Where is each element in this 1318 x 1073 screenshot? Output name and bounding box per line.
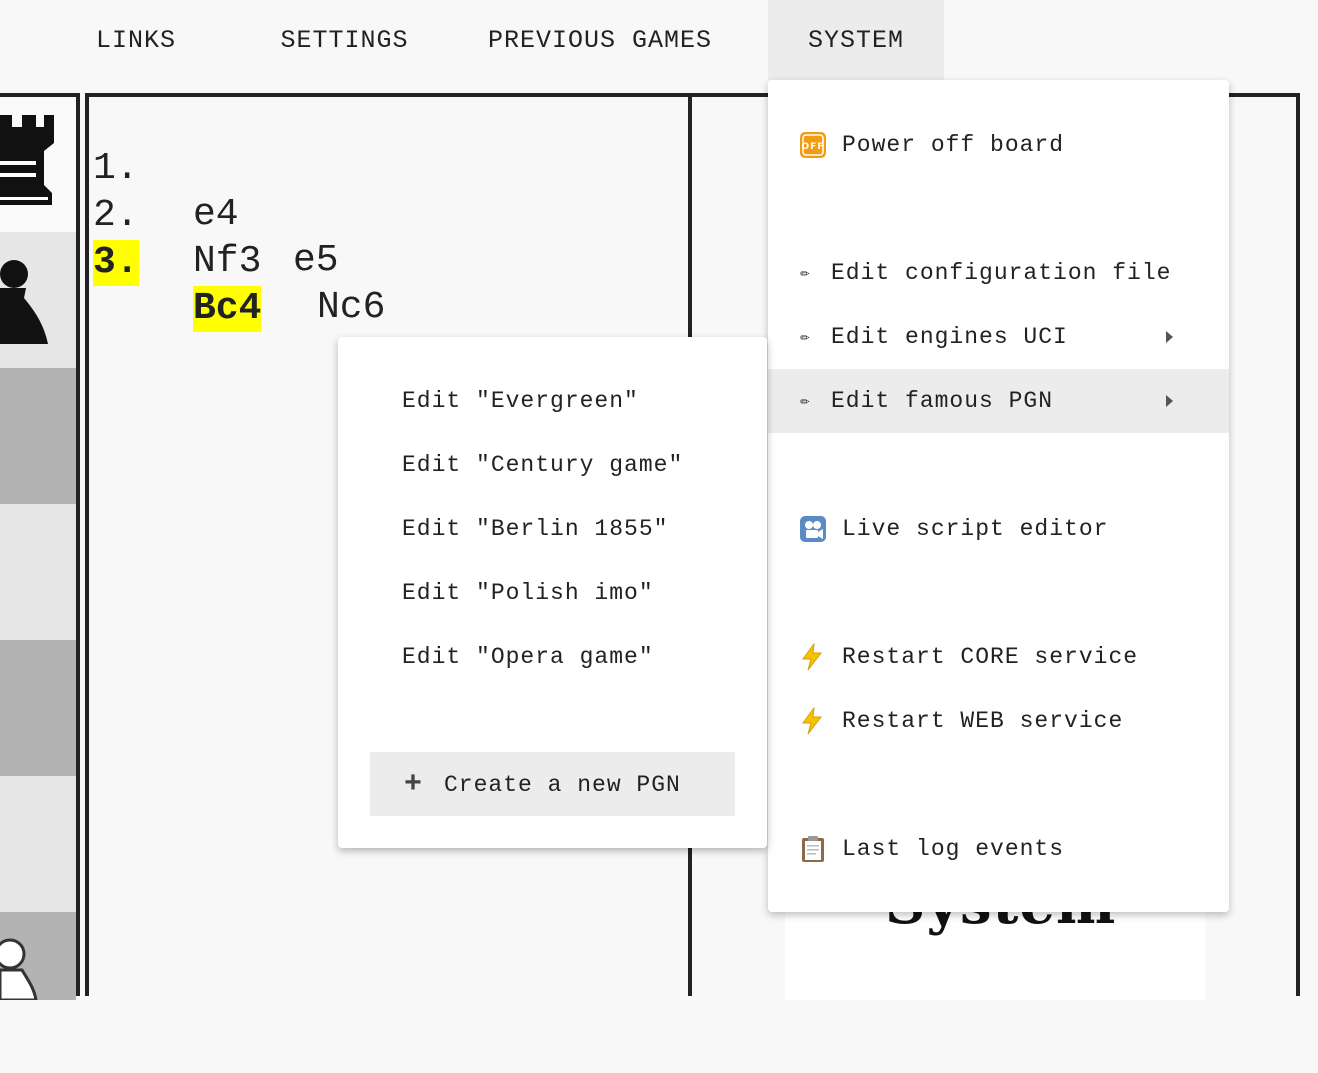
submenu-item-polish-imo[interactable]: Edit "Polish imo" [402, 561, 654, 625]
top-nav: LINKS SETTINGS PREVIOUS GAMES SYSTEM [0, 0, 1318, 80]
menu-label: Restart CORE service [842, 644, 1139, 670]
nav-system[interactable]: SYSTEM [768, 0, 944, 80]
board-square[interactable] [0, 504, 76, 640]
board-square[interactable] [0, 368, 76, 504]
move-number: 3. [93, 240, 139, 286]
menu-power-off-board[interactable]: OFF Power off board [768, 113, 1229, 177]
menu-label: Live script editor [842, 516, 1109, 542]
menu-edit-configuration-file[interactable]: ✏ Edit configuration file [768, 241, 1229, 305]
black-move[interactable]: e5 [293, 238, 339, 284]
white-move[interactable]: Bc4 [193, 286, 262, 332]
menu-label: Restart WEB service [842, 708, 1124, 734]
nav-previous-games[interactable]: PREVIOUS GAMES [466, 0, 734, 80]
pencil-icon: ✏ [800, 264, 811, 282]
menu-label: Edit engines UCI [831, 324, 1068, 350]
power-off-icon: OFF [799, 113, 827, 177]
black-rook-icon[interactable] [0, 109, 56, 217]
menu-label: Edit famous PGN [831, 388, 1054, 414]
black-pawn-icon[interactable] [0, 252, 56, 352]
svg-text:OFF: OFF [802, 142, 825, 152]
camera-icon [799, 497, 827, 561]
famous-pgn-submenu: Edit "Evergreen" Edit "Century game" Edi… [338, 337, 767, 848]
menu-live-script-editor[interactable]: Live script editor [768, 497, 1229, 561]
chevron-right-icon [1166, 331, 1173, 343]
move-row[interactable]: 3. Bc4 [93, 194, 262, 332]
menu-last-log-events[interactable]: Last log events [768, 817, 1229, 881]
nav-links[interactable]: LINKS [76, 0, 196, 80]
board-square[interactable] [0, 776, 76, 912]
chevron-right-icon [1166, 395, 1173, 407]
chess-board[interactable] [0, 93, 80, 1000]
menu-label: Edit configuration file [831, 260, 1172, 286]
system-dropdown: OFF Power off board ✏ Edit configuration… [768, 80, 1229, 912]
white-move[interactable]: e4 [193, 192, 239, 238]
create-new-pgn-button[interactable]: + Create a new PGN [370, 752, 735, 816]
pencil-icon: ✏ [800, 328, 811, 346]
menu-edit-engines-uci[interactable]: ✏ Edit engines UCI [768, 305, 1229, 369]
menu-restart-core-service[interactable]: Restart CORE service [768, 625, 1229, 689]
board-square[interactable] [0, 640, 76, 776]
lightning-icon [800, 625, 824, 689]
clipboard-icon [801, 817, 825, 881]
nav-settings[interactable]: SETTINGS [262, 0, 427, 80]
white-move[interactable]: Nf3 [193, 239, 261, 285]
move-row[interactable]: 2. Nf3 Nc6 [93, 147, 385, 329]
move-row[interactable]: 1. e4 e5 [93, 100, 339, 282]
submenu-item-evergreen[interactable]: Edit "Evergreen" [402, 369, 639, 433]
white-pawn-icon[interactable] [0, 932, 40, 1000]
submenu-item-opera-game[interactable]: Edit "Opera game" [402, 625, 654, 689]
menu-label: Power off board [842, 132, 1065, 158]
pencil-icon: ✏ [800, 392, 811, 410]
plus-icon: + [404, 768, 424, 802]
lightning-icon [800, 689, 824, 753]
black-move[interactable]: Nc6 [317, 285, 385, 331]
create-label: Create a new PGN [444, 772, 681, 798]
menu-restart-web-service[interactable]: Restart WEB service [768, 689, 1229, 753]
menu-label: Last log events [842, 836, 1065, 862]
menu-edit-famous-pgn[interactable]: ✏ Edit famous PGN [768, 369, 1229, 433]
submenu-item-century-game[interactable]: Edit "Century game" [402, 433, 683, 497]
submenu-item-berlin-1855[interactable]: Edit "Berlin 1855" [402, 497, 668, 561]
